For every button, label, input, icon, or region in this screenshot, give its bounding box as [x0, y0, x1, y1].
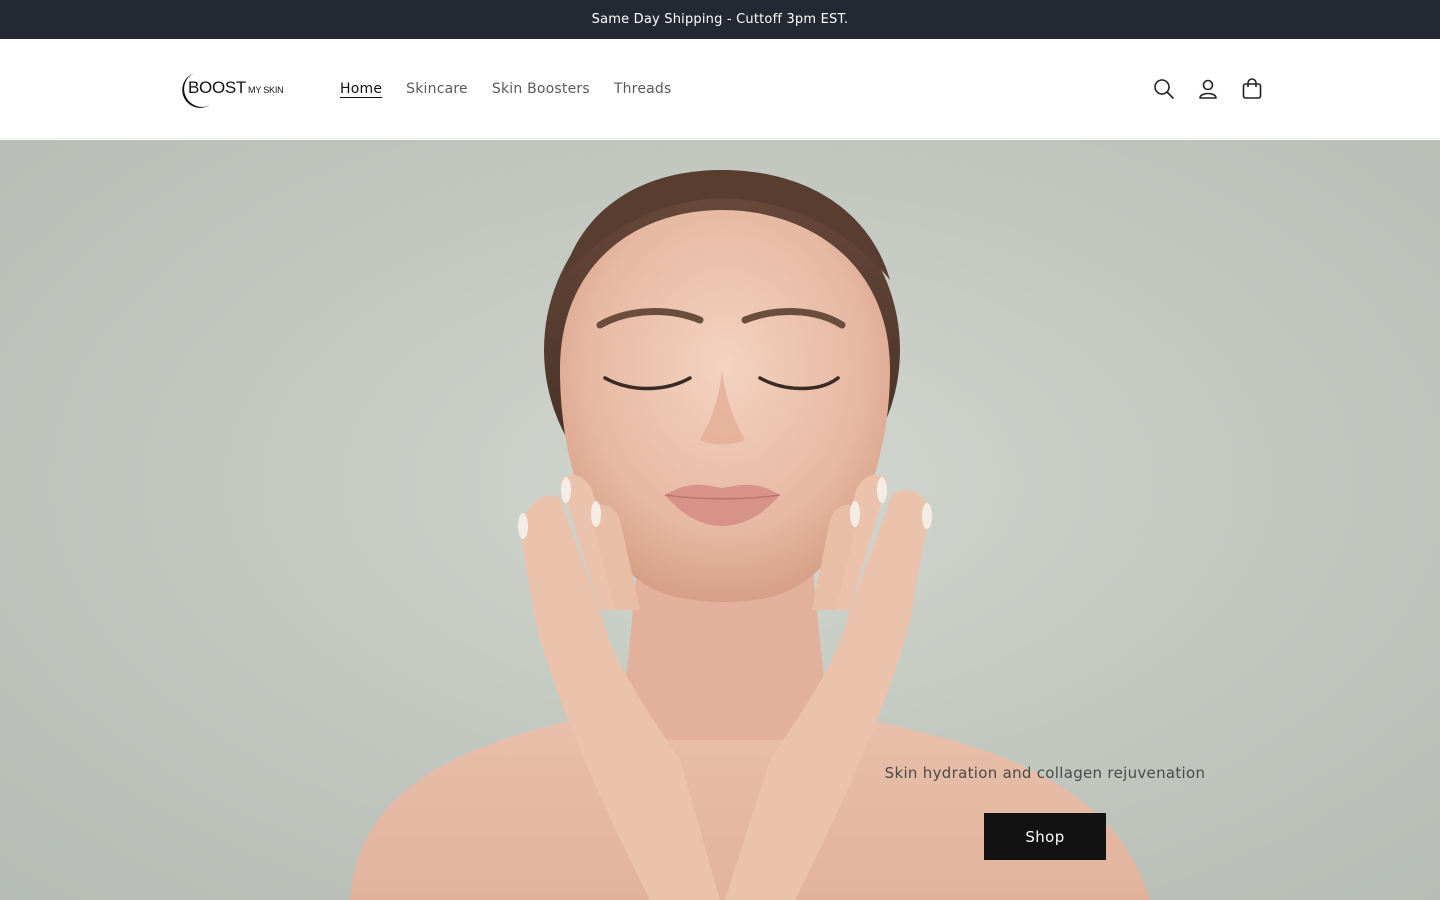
- search-button[interactable]: [1142, 67, 1186, 111]
- hero-caption: Skin hydration and collagen rejuvenation: [884, 764, 1206, 782]
- cart-icon: [1242, 78, 1262, 99]
- site-header: BOOST MY SKIN Home Skincare Skin Boosters…: [0, 39, 1440, 139]
- announcement-text: Same Day Shipping - Cuttoff 3pm EST.: [591, 12, 849, 27]
- announcement-bar: Same Day Shipping - Cuttoff 3pm EST.: [0, 0, 1440, 39]
- nav-item-skincare[interactable]: Skincare: [394, 77, 480, 101]
- cart-button[interactable]: [1230, 67, 1274, 111]
- hero-banner: Skin hydration and collagen rejuvenation…: [0, 140, 1440, 900]
- main-nav: Home Skincare Skin Boosters Threads: [328, 75, 684, 103]
- hero-portrait-image: [350, 170, 1150, 900]
- account-icon: [1199, 79, 1217, 99]
- logo-wordmark: BOOST MY SKIN: [188, 78, 284, 97]
- nav-item-skin-boosters[interactable]: Skin Boosters: [480, 77, 602, 101]
- shop-button[interactable]: Shop: [984, 813, 1106, 860]
- nav-item-threads[interactable]: Threads: [602, 77, 684, 101]
- header-icons: [1142, 67, 1274, 111]
- nav-item-home[interactable]: Home: [328, 77, 394, 101]
- account-button[interactable]: [1186, 67, 1230, 111]
- brand-logo[interactable]: BOOST MY SKIN: [172, 67, 296, 113]
- search-icon: [1154, 79, 1174, 99]
